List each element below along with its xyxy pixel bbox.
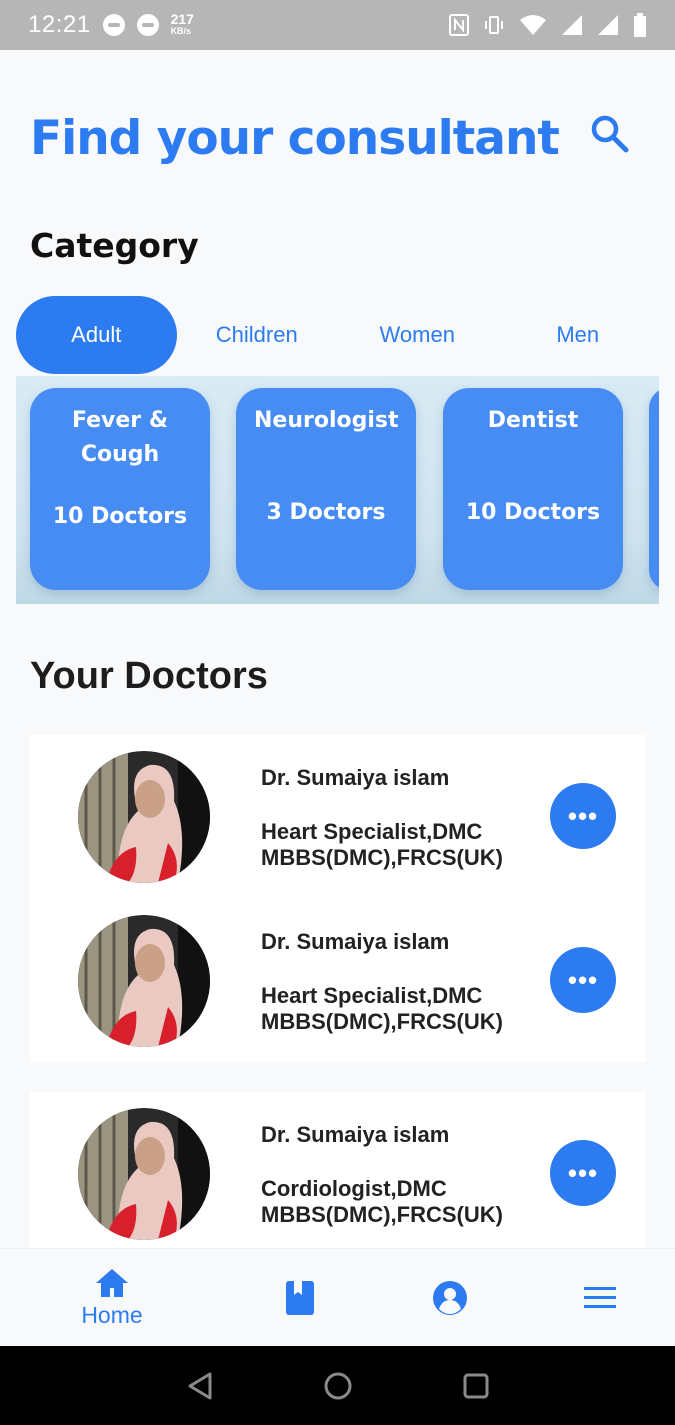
system-nav-bar bbox=[0, 1346, 675, 1425]
card-count: 10 Doctors bbox=[52, 504, 188, 529]
nfc-icon bbox=[449, 14, 469, 36]
recents-icon bbox=[463, 1373, 489, 1399]
more-icon: ••• bbox=[567, 800, 599, 831]
messenger-icon bbox=[102, 14, 125, 36]
page-title: Find your consultant bbox=[30, 110, 560, 166]
card-count: 10 Doctors bbox=[465, 500, 601, 525]
nav-profile[interactable] bbox=[390, 1249, 510, 1347]
vibrate-icon bbox=[485, 16, 503, 34]
back-icon bbox=[188, 1372, 212, 1400]
doctor-degrees: MBBS(DMC),FRCS(UK) bbox=[261, 845, 503, 870]
imo-icon bbox=[136, 14, 159, 36]
doctors-title: Your Doctors bbox=[30, 655, 268, 697]
doctor-specialty: Heart Specialist,DMC bbox=[261, 983, 483, 1008]
search-icon bbox=[591, 115, 629, 153]
back-button[interactable] bbox=[183, 1368, 219, 1404]
tab-men[interactable]: Men bbox=[498, 296, 659, 374]
doctor-row[interactable]: Dr. Sumaiya islam Heart Specialist,DMC M… bbox=[30, 899, 646, 1063]
category-card-partial[interactable] bbox=[649, 388, 659, 590]
more-icon: ••• bbox=[567, 964, 599, 995]
category-card-neurologist[interactable]: Neurologist 3 Doctors bbox=[236, 388, 416, 590]
doctor-row[interactable]: Dr. Sumaiya islam Heart Specialist,DMC M… bbox=[30, 735, 646, 899]
home-circle-icon bbox=[324, 1372, 352, 1400]
more-options-button[interactable]: ••• bbox=[550, 783, 616, 849]
category-title: Category bbox=[30, 226, 199, 265]
card-name: Neurologist bbox=[254, 408, 399, 433]
home-system-button[interactable] bbox=[320, 1368, 356, 1404]
card-name: Fever & Cough bbox=[71, 408, 168, 467]
network-speed: 217 KB/s bbox=[170, 11, 194, 37]
menu-icon bbox=[584, 1287, 616, 1308]
nav-home-label: Home bbox=[81, 1301, 143, 1328]
category-card-dentist[interactable]: Dentist 10 Doctors bbox=[443, 388, 623, 590]
doctor-avatar bbox=[78, 751, 210, 883]
doctor-list: Dr. Sumaiya islam Cordiologist,DMC MBBS(… bbox=[30, 1092, 646, 1252]
signal-icon bbox=[562, 15, 582, 35]
home-icon bbox=[96, 1268, 128, 1297]
card-count: 3 Doctors bbox=[266, 500, 386, 525]
bottom-nav: Home bbox=[0, 1248, 675, 1346]
doctor-avatar bbox=[78, 1108, 210, 1240]
battery-icon bbox=[634, 13, 646, 37]
network-speed-unit: KB/s bbox=[170, 26, 192, 36]
profile-icon bbox=[433, 1281, 467, 1315]
doctor-name: Dr. Sumaiya islam bbox=[261, 929, 450, 954]
more-options-button[interactable]: ••• bbox=[550, 947, 616, 1013]
signal-icon bbox=[598, 15, 618, 35]
tab-children[interactable]: Children bbox=[177, 296, 338, 374]
status-right bbox=[449, 13, 647, 37]
card-name: Dentist bbox=[487, 408, 579, 433]
doctor-list: Dr. Sumaiya islam Heart Specialist,DMC M… bbox=[30, 735, 646, 1062]
nav-menu[interactable] bbox=[540, 1249, 660, 1347]
more-options-button[interactable]: ••• bbox=[550, 1140, 616, 1206]
status-bar: 12:21 217 KB/s bbox=[0, 0, 675, 50]
tab-women[interactable]: Women bbox=[337, 296, 498, 374]
doctor-specialty: Cordiologist,DMC bbox=[261, 1176, 447, 1201]
tab-adult[interactable]: Adult bbox=[16, 296, 177, 374]
nav-home[interactable]: Home bbox=[52, 1249, 172, 1347]
status-time: 12:21 bbox=[28, 11, 91, 38]
doctor-name: Dr. Sumaiya islam bbox=[261, 1122, 450, 1147]
doctor-specialty: Heart Specialist,DMC bbox=[261, 819, 483, 844]
nav-bookings[interactable] bbox=[240, 1249, 360, 1347]
header: Find your consultant bbox=[30, 108, 630, 168]
doctor-degrees: MBBS(DMC),FRCS(UK) bbox=[261, 1202, 503, 1227]
wifi-icon bbox=[520, 15, 546, 35]
doctor-avatar bbox=[78, 915, 210, 1047]
search-button[interactable] bbox=[588, 112, 632, 156]
doctor-name: Dr. Sumaiya islam bbox=[261, 765, 450, 790]
status-left: 12:21 217 KB/s bbox=[28, 11, 194, 39]
network-speed-value: 217 bbox=[170, 11, 194, 27]
category-card-fever-cough[interactable]: Fever & Cough 10 Doctors bbox=[30, 388, 210, 590]
category-tabs: Adult Children Women Men bbox=[16, 296, 658, 374]
category-cards[interactable]: Fever & Cough 10 Doctors Neurologist 3 D… bbox=[16, 376, 659, 604]
book-icon bbox=[286, 1281, 314, 1315]
doctor-degrees: MBBS(DMC),FRCS(UK) bbox=[261, 1009, 503, 1034]
more-icon: ••• bbox=[567, 1157, 599, 1188]
doctor-row[interactable]: Dr. Sumaiya islam Cordiologist,DMC MBBS(… bbox=[30, 1092, 646, 1256]
recents-button[interactable] bbox=[458, 1368, 494, 1404]
